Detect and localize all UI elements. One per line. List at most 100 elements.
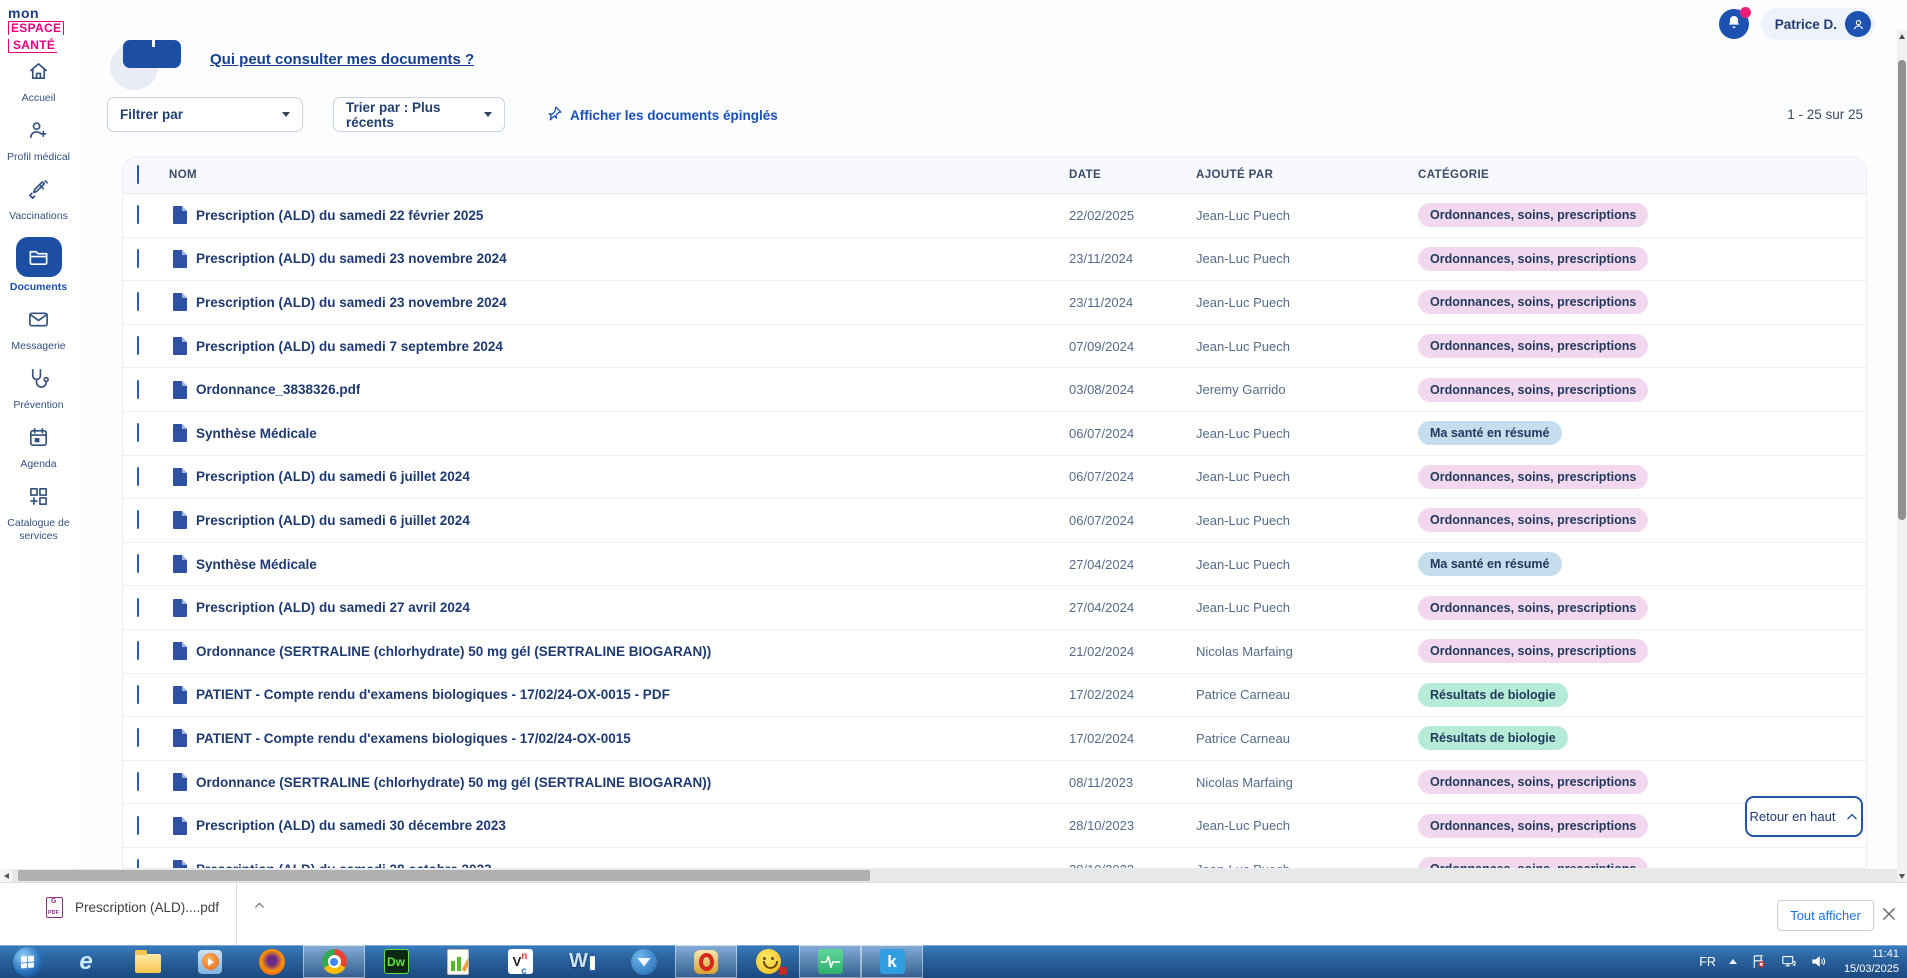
who-can-consult-link[interactable]: Qui peut consulter mes documents ? <box>210 51 474 68</box>
row-checkbox[interactable] <box>137 728 139 747</box>
category-badge: Ordonnances, soins, prescriptions <box>1418 508 1648 532</box>
sidebar-item-agenda[interactable]: Agenda <box>0 426 77 470</box>
filter-dropdown[interactable]: Filtrer par <box>107 97 303 132</box>
taskbar-health-monitor-icon[interactable] <box>799 945 861 978</box>
network-icon[interactable] <box>1780 953 1797 970</box>
downloaded-file-item[interactable]: Prescription (ALD)....pdf <box>46 897 266 918</box>
sidebar-item-catalogue-services[interactable]: Catalogue de services <box>0 485 77 541</box>
taskbar-thunderbird-icon[interactable] <box>613 945 675 978</box>
scroll-down-arrow[interactable] <box>1897 870 1907 882</box>
scroll-left-arrow[interactable] <box>0 869 12 882</box>
taskbar-kite-icon[interactable]: k <box>861 945 923 978</box>
document-author: Jean-Luc Puech <box>1196 818 1418 833</box>
horizontal-scrollbar[interactable] <box>0 869 1897 882</box>
row-checkbox[interactable] <box>137 641 139 660</box>
row-checkbox[interactable] <box>137 859 139 869</box>
document-name: Prescription (ALD) du samedi 6 juillet 2… <box>196 469 470 484</box>
table-row[interactable]: Prescription (ALD) du samedi 7 septembre… <box>123 325 1866 369</box>
taskbar-vnc-icon[interactable]: Vnc <box>489 945 551 978</box>
sidebar-item-vaccinations[interactable]: Vaccinations <box>0 178 77 222</box>
download-options-button[interactable] <box>253 899 266 917</box>
document-icon <box>173 555 187 573</box>
notifications-button[interactable] <box>1719 9 1749 39</box>
taskbar-file-explorer-icon[interactable] <box>117 945 179 978</box>
horizontal-scrollbar-thumb[interactable] <box>18 870 870 881</box>
table-row[interactable]: Synthèse Médicale 27/04/2024 Jean-Luc Pu… <box>123 543 1866 587</box>
taskbar-internet-explorer-icon[interactable]: e <box>55 945 117 978</box>
table-row[interactable]: Prescription (ALD) du samedi 6 juillet 2… <box>123 499 1866 543</box>
sidebar-item-messagerie[interactable]: Messagerie <box>0 308 77 352</box>
sidebar-item-label: Accueil <box>20 92 58 104</box>
table-row[interactable]: PATIENT - Compte rendu d'examens biologi… <box>123 717 1866 761</box>
taskbar-dreamweaver-icon[interactable]: Dw <box>365 945 427 978</box>
category-badge: Ordonnances, soins, prescriptions <box>1418 247 1648 271</box>
table-row[interactable]: Prescription (ALD) du samedi 27 avril 20… <box>123 586 1866 630</box>
row-checkbox[interactable] <box>137 467 139 486</box>
table-row[interactable]: Ordonnance (SERTRALINE (chlorhydrate) 50… <box>123 761 1866 805</box>
document-date: 08/11/2023 <box>1069 775 1196 790</box>
add-document-button[interactable] <box>123 40 181 68</box>
table-row[interactable]: Prescription (ALD) du samedi 22 février … <box>123 194 1866 238</box>
user-menu[interactable]: Patrice D. <box>1761 8 1875 40</box>
volume-icon[interactable] <box>1810 953 1827 970</box>
action-center-flag-icon[interactable] <box>1750 953 1767 970</box>
row-checkbox[interactable] <box>137 249 139 268</box>
row-checkbox[interactable] <box>137 423 139 442</box>
scroll-up-arrow[interactable] <box>1897 30 1907 42</box>
clock-date: 15/03/2025 <box>1844 962 1899 977</box>
row-checkbox[interactable] <box>137 292 139 311</box>
syringe-icon <box>27 178 50 206</box>
sidebar-item-profil-medical[interactable]: Profil médical <box>0 119 77 163</box>
category-badge: Ordonnances, soins, prescriptions <box>1418 814 1648 838</box>
table-row[interactable]: PATIENT - Compte rendu d'examens biologi… <box>123 674 1866 718</box>
language-indicator[interactable]: FR <box>1699 955 1716 969</box>
table-row[interactable]: Ordonnance (SERTRALINE (chlorhydrate) 50… <box>123 630 1866 674</box>
taskbar-log-editor-icon[interactable] <box>427 945 489 978</box>
taskbar-media-player-icon[interactable] <box>179 945 241 978</box>
vertical-scrollbar[interactable] <box>1897 30 1907 882</box>
taskbar-smiley-app-icon[interactable] <box>737 945 799 978</box>
table-row[interactable]: Prescription (ALD) du samedi 30 décembre… <box>123 804 1866 848</box>
document-author: Nicolas Marfaing <box>1196 644 1418 659</box>
logo-line-2: ESPACE <box>8 21 64 34</box>
taskbar-chrome-icon[interactable] <box>303 945 365 978</box>
row-checkbox[interactable] <box>137 205 139 224</box>
table-row[interactable]: Ordonnance_3838326.pdf 03/08/2024 Jeremy… <box>123 368 1866 412</box>
sort-dropdown[interactable]: Trier par : Plus récents <box>333 97 505 132</box>
back-to-top-button[interactable]: Retour en haut <box>1745 796 1863 837</box>
select-all-checkbox[interactable] <box>137 165 139 184</box>
document-icon <box>173 860 187 869</box>
row-checkbox[interactable] <box>137 380 139 399</box>
table-row[interactable]: Prescription (ALD) du samedi 28 octobre … <box>123 848 1866 869</box>
row-checkbox[interactable] <box>137 685 139 704</box>
table-row[interactable]: Synthèse Médicale 06/07/2024 Jean-Luc Pu… <box>123 412 1866 456</box>
sidebar-item-prevention[interactable]: Prévention <box>0 367 77 411</box>
document-date: 27/04/2024 <box>1069 557 1196 572</box>
sidebar-item-accueil[interactable]: Accueil <box>0 60 77 104</box>
start-button[interactable] <box>0 945 55 978</box>
row-checkbox[interactable] <box>137 772 139 791</box>
taskbar-firefox-icon[interactable] <box>241 945 303 978</box>
row-checkbox[interactable] <box>137 598 139 617</box>
row-checkbox[interactable] <box>137 816 139 835</box>
document-icon <box>173 424 187 442</box>
show-all-downloads-button[interactable]: Tout afficher <box>1777 900 1874 931</box>
sidebar-item-documents[interactable]: Documents <box>0 237 77 293</box>
tray-expand-icon[interactable] <box>1729 959 1737 964</box>
table-row[interactable]: Prescription (ALD) du samedi 6 juillet 2… <box>123 456 1866 500</box>
mes-logo[interactable]: mon ESPACE SANTÉ <box>8 6 66 53</box>
taskbar-opera-icon[interactable] <box>675 945 737 978</box>
row-checkbox[interactable] <box>137 510 139 529</box>
document-author: Jean-Luc Puech <box>1196 600 1418 615</box>
taskbar-word-icon[interactable]: W <box>551 945 613 978</box>
row-checkbox[interactable] <box>137 336 139 355</box>
table-row[interactable]: Prescription (ALD) du samedi 23 novembre… <box>123 238 1866 282</box>
category-badge: Ordonnances, soins, prescriptions <box>1418 770 1648 794</box>
table-row[interactable]: Prescription (ALD) du samedi 23 novembre… <box>123 281 1866 325</box>
vertical-scrollbar-thumb[interactable] <box>1898 60 1906 520</box>
close-download-bar-button[interactable] <box>1880 905 1898 923</box>
taskbar-clock[interactable]: 11:41 15/03/2025 <box>1844 947 1899 977</box>
calendar-icon <box>27 426 50 454</box>
show-pinned-documents-link[interactable]: Afficher les documents épinglés <box>546 105 778 125</box>
row-checkbox[interactable] <box>137 554 139 573</box>
